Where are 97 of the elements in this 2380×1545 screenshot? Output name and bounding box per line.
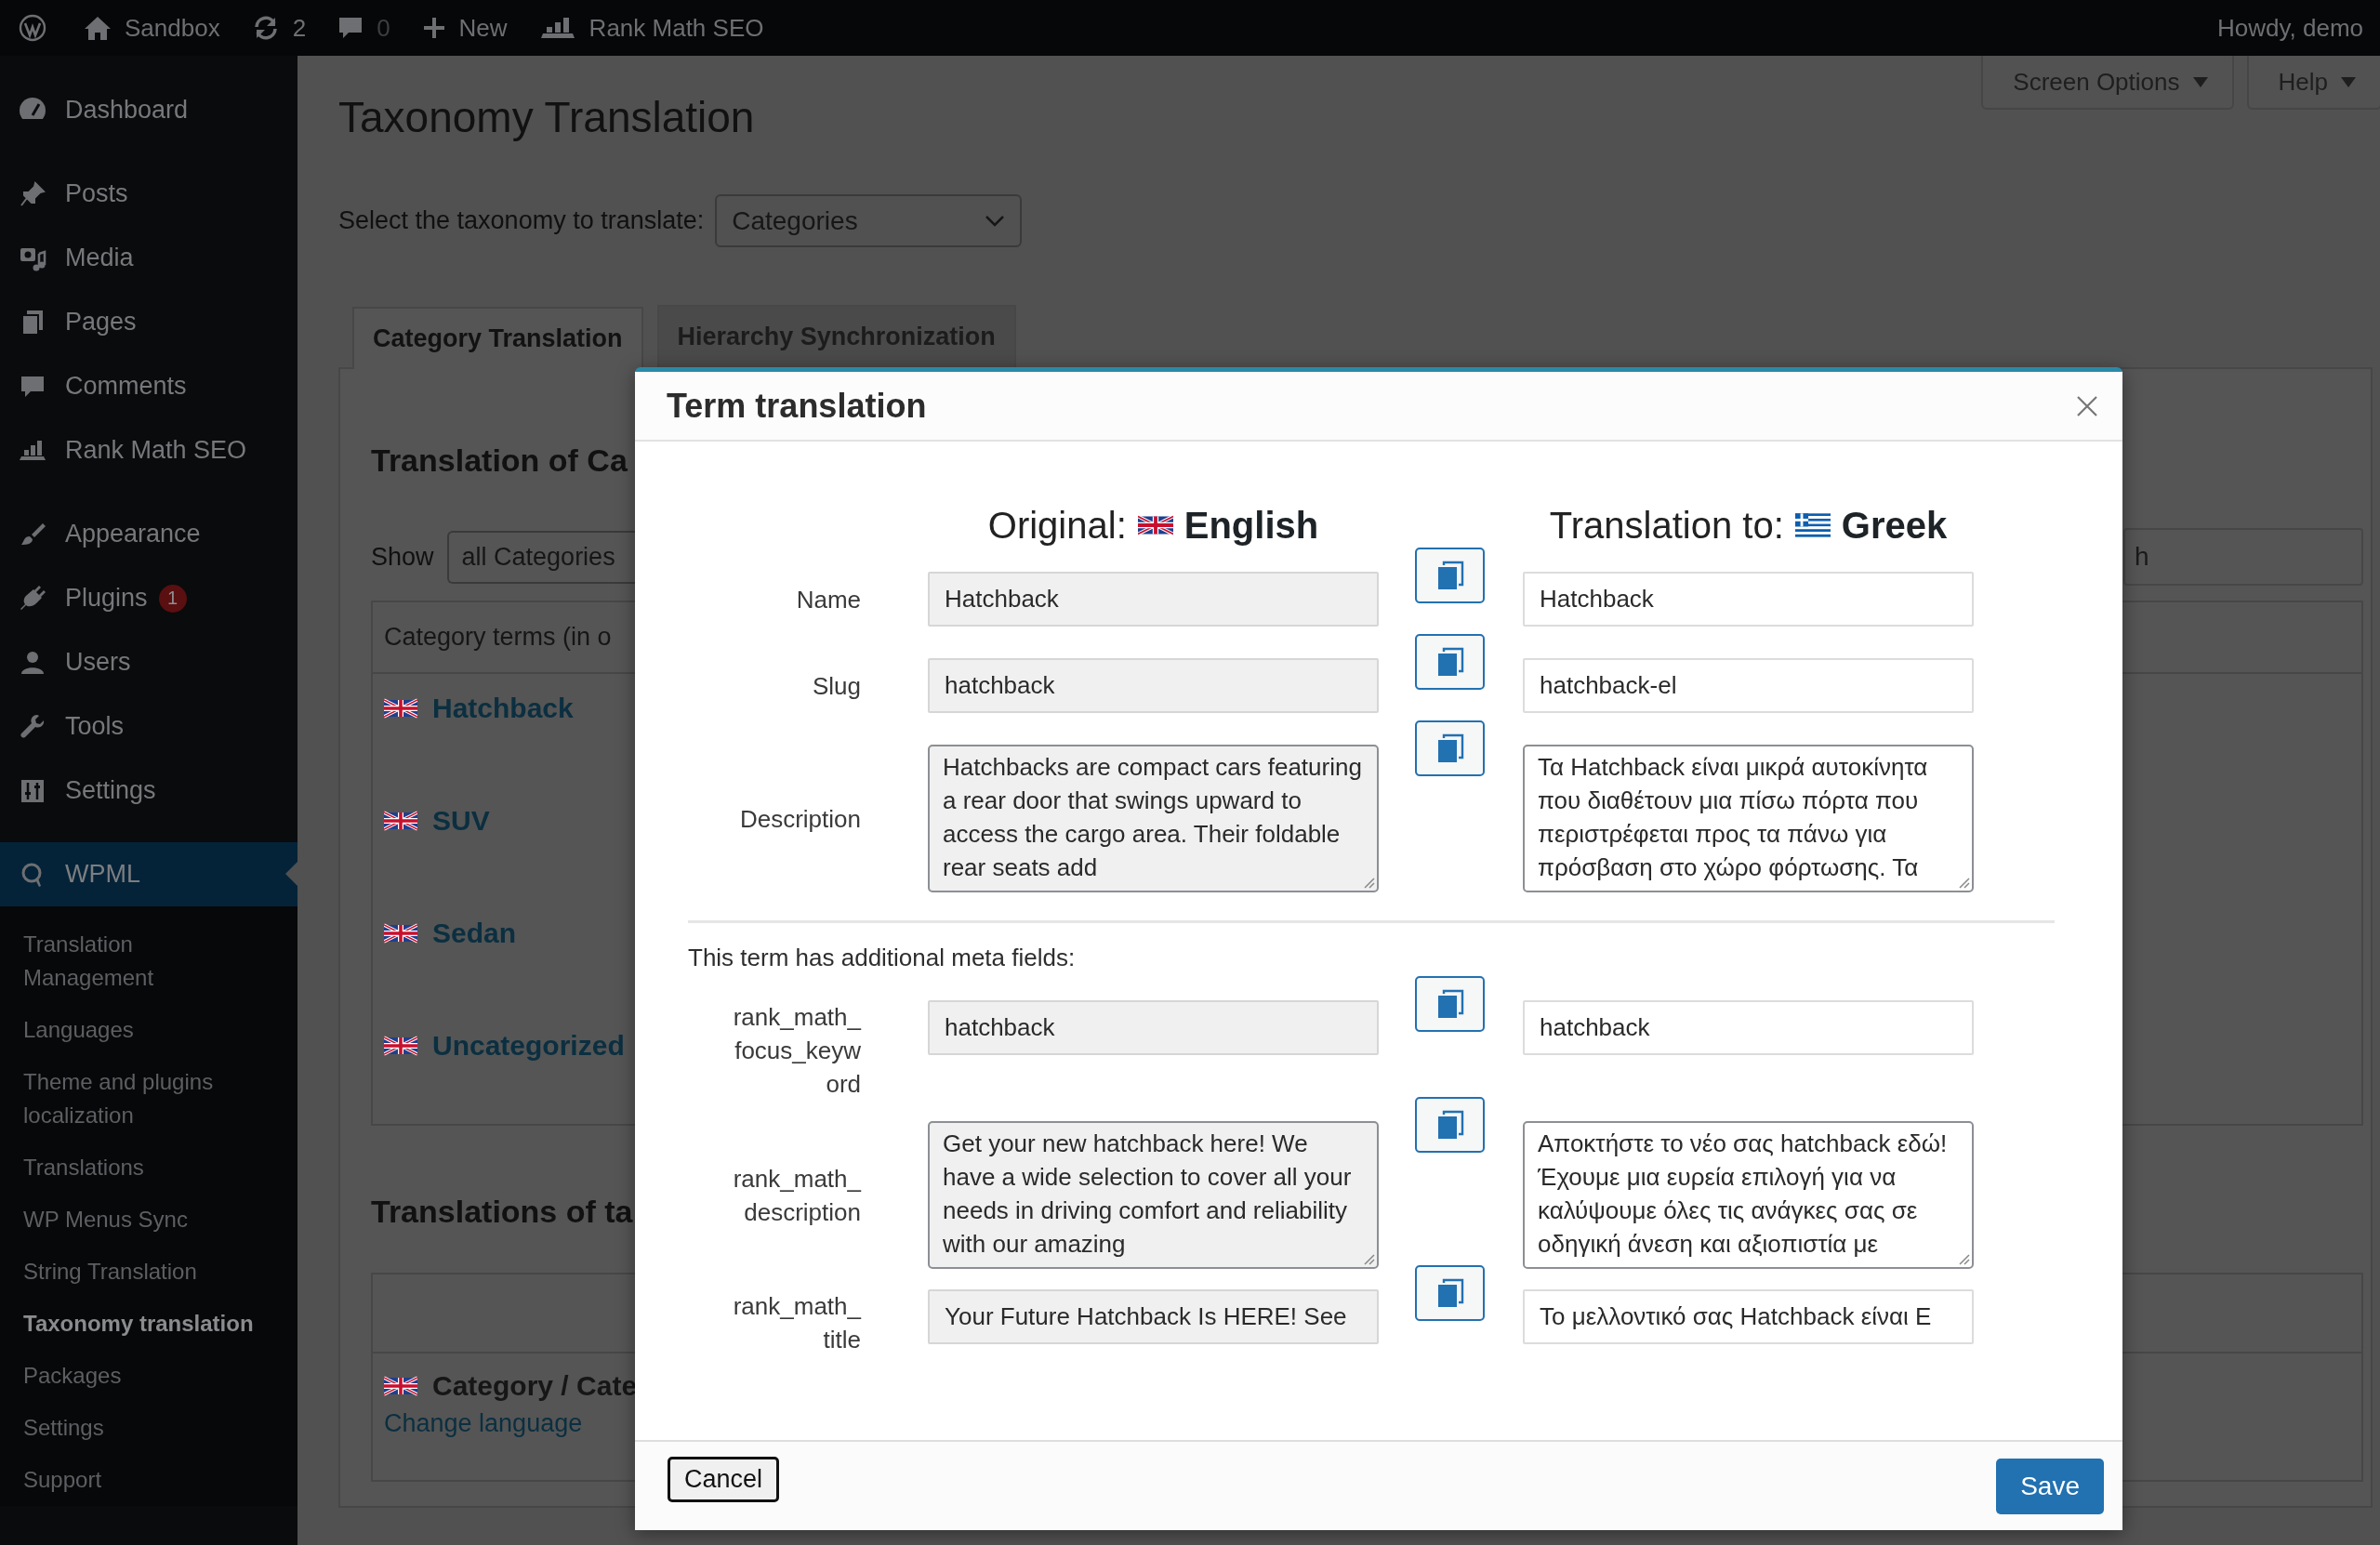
menu-item[interactable]: Pages <box>0 290 298 354</box>
field-label: rank_math_focus_keyword <box>732 1002 861 1100</box>
menu-item[interactable]: Rank Math SEO <box>0 418 298 482</box>
wordpress-logo-icon <box>19 14 46 42</box>
plus-icon <box>421 16 446 40</box>
copy-button[interactable] <box>1415 548 1485 603</box>
page-title: Taxonomy Translation <box>338 92 755 143</box>
uk-flag-icon <box>1137 513 1173 537</box>
menu-item[interactable]: Dashboard <box>0 78 298 142</box>
menu-item[interactable]: Posts <box>0 162 298 226</box>
textarea-field[interactable]: Get your new hatchback here! We have a wide selection to cover all your needs in driving comfort and reliability with our amazing <box>928 1121 1379 1269</box>
language-label: Translation to: <box>1549 504 1784 547</box>
count-badge: 1 <box>158 584 187 613</box>
input-field[interactable]: Hatchback <box>928 572 1379 627</box>
language-label: Original: <box>987 504 1127 547</box>
resize-grip-icon <box>1362 876 1375 889</box>
home-icon <box>84 15 112 41</box>
chevron-down-icon <box>985 214 1006 228</box>
field-label: Select the taxonomy to translate: <box>338 206 705 235</box>
term-name: Category / Cate <box>432 1370 638 1402</box>
submenu-item[interactable]: WP Menus Sync <box>0 1194 298 1246</box>
field-label: Slug <box>812 670 861 702</box>
wrench-icon <box>19 712 46 741</box>
meta-note: This term has additional meta fields: <box>688 944 1077 972</box>
menu-label: 0 <box>377 13 390 43</box>
input-field[interactable]: hatchback-el <box>1523 658 1974 713</box>
language-name: Greek <box>1841 504 1948 547</box>
menu-item[interactable]: Comments <box>0 354 298 418</box>
submenu-item[interactable]: Languages <box>0 1004 298 1056</box>
input-field[interactable]: Hatchback <box>1523 572 1974 627</box>
menu-item[interactable]: Appearance <box>0 502 298 566</box>
menu-item[interactable]: WPML <box>0 842 298 906</box>
input-field[interactable]: hatchback <box>1523 1000 1974 1055</box>
dialog-title: Term translation <box>667 386 927 426</box>
textarea-field[interactable]: Αποκτήστε το νέο σας hatchback εδώ! Έχουμε μια ευρεία επιλογή για να καλύψουμε όλες τις ανάγκες σας σε οδηγική άνεση και αξιοπιστία με <box>1523 1121 1974 1269</box>
greek-flag-icon <box>1794 513 1831 537</box>
textarea-field[interactable]: Hatchbacks are compact cars featuring a rear door that swings upward to access the cargo area. Their foldable rear seats add <box>928 745 1379 892</box>
field-label: Show <box>371 542 434 572</box>
submenu-item[interactable]: String Translation <box>0 1246 298 1298</box>
copy-button[interactable] <box>1415 976 1485 1032</box>
input-field[interactable]: hatchback <box>928 658 1379 713</box>
submenu-item[interactable]: Settings <box>0 1402 298 1454</box>
menu-label: Rank Math SEO <box>588 13 764 43</box>
submenu-item[interactable]: Translations <box>0 1142 298 1194</box>
account-link[interactable]: Howdy, demo <box>2216 13 2363 43</box>
copy-icon <box>1435 1278 1464 1308</box>
textarea-field[interactable]: Τα Hatchback είναι μικρά αυτοκίνητα που διαθέτουν μια πίσω πόρτα που περιστρέφεται προς τα πάνω για πρόσβαση στο χώρο φόρτωσης. Τα <box>1523 745 1974 892</box>
menu-item[interactable]: Tools <box>0 694 298 759</box>
copy-icon <box>1435 989 1464 1019</box>
language-name: English <box>1183 504 1319 547</box>
copy-button[interactable] <box>1415 1265 1485 1321</box>
cancel-button[interactable]: Cancel <box>668 1457 780 1502</box>
uk-flag-icon <box>384 811 417 831</box>
submenu-item[interactable]: Translation Management <box>0 918 298 1004</box>
copy-button[interactable] <box>1415 720 1485 776</box>
save-button[interactable]: Save <box>1996 1458 2104 1514</box>
comment-icon <box>337 15 364 41</box>
gauge-icon <box>19 96 46 125</box>
uk-flag-icon <box>384 1376 417 1396</box>
menu-item[interactable]: Media <box>0 226 298 290</box>
tab[interactable]: Category Translation <box>352 307 643 369</box>
input-field[interactable]: Το μελλοντικό σας Hatchback είναι Ε <box>1523 1289 1974 1344</box>
resize-grip-icon <box>1362 1252 1375 1265</box>
copy-icon <box>1435 1110 1464 1140</box>
chart-icon <box>538 15 576 41</box>
copy-button[interactable] <box>1415 1097 1485 1153</box>
uk-flag-icon <box>384 1036 417 1056</box>
menu-label: Sandbox <box>125 13 220 43</box>
section-heading: Translation of Ca <box>371 442 628 480</box>
menu-item[interactable]: Plugins 1 <box>0 566 298 630</box>
submenu-item[interactable]: Taxonomy translation <box>0 1298 298 1350</box>
copy-icon <box>1435 647 1464 677</box>
pin-icon <box>19 179 46 208</box>
field-label: rank_math_title <box>732 1291 861 1355</box>
uk-flag-icon <box>384 698 417 719</box>
taxonomy-select[interactable]: Categories <box>715 194 1023 247</box>
submenu-item[interactable]: Support <box>0 1454 298 1506</box>
plug-icon <box>19 584 46 613</box>
field-label: rank_math_description <box>732 1163 861 1228</box>
menu-label: 2 <box>292 13 307 43</box>
menu-item[interactable]: Users <box>0 630 298 694</box>
search-field[interactable]: h <box>2123 528 2363 586</box>
menu-label: New <box>458 13 508 43</box>
submenu-item[interactable]: Packages <box>0 1350 298 1402</box>
submenu-item[interactable]: Theme and plugins localization <box>0 1056 298 1142</box>
section-heading: Translations of ta <box>371 1193 633 1231</box>
field-label: Description <box>739 803 861 835</box>
resize-grip-icon <box>1957 876 1970 889</box>
input-field[interactable]: hatchback <box>928 1000 1379 1055</box>
close-icon <box>2076 394 2098 417</box>
menu-item[interactable]: Settings <box>0 759 298 823</box>
resize-grip-icon <box>1957 1252 1970 1265</box>
copy-icon <box>1435 561 1464 590</box>
input-field[interactable]: Your Future Hatchback Is HERE! See <box>928 1289 1379 1344</box>
uk-flag-icon <box>384 923 417 944</box>
copy-icon <box>1435 733 1464 763</box>
copy-button[interactable] <box>1415 634 1485 690</box>
